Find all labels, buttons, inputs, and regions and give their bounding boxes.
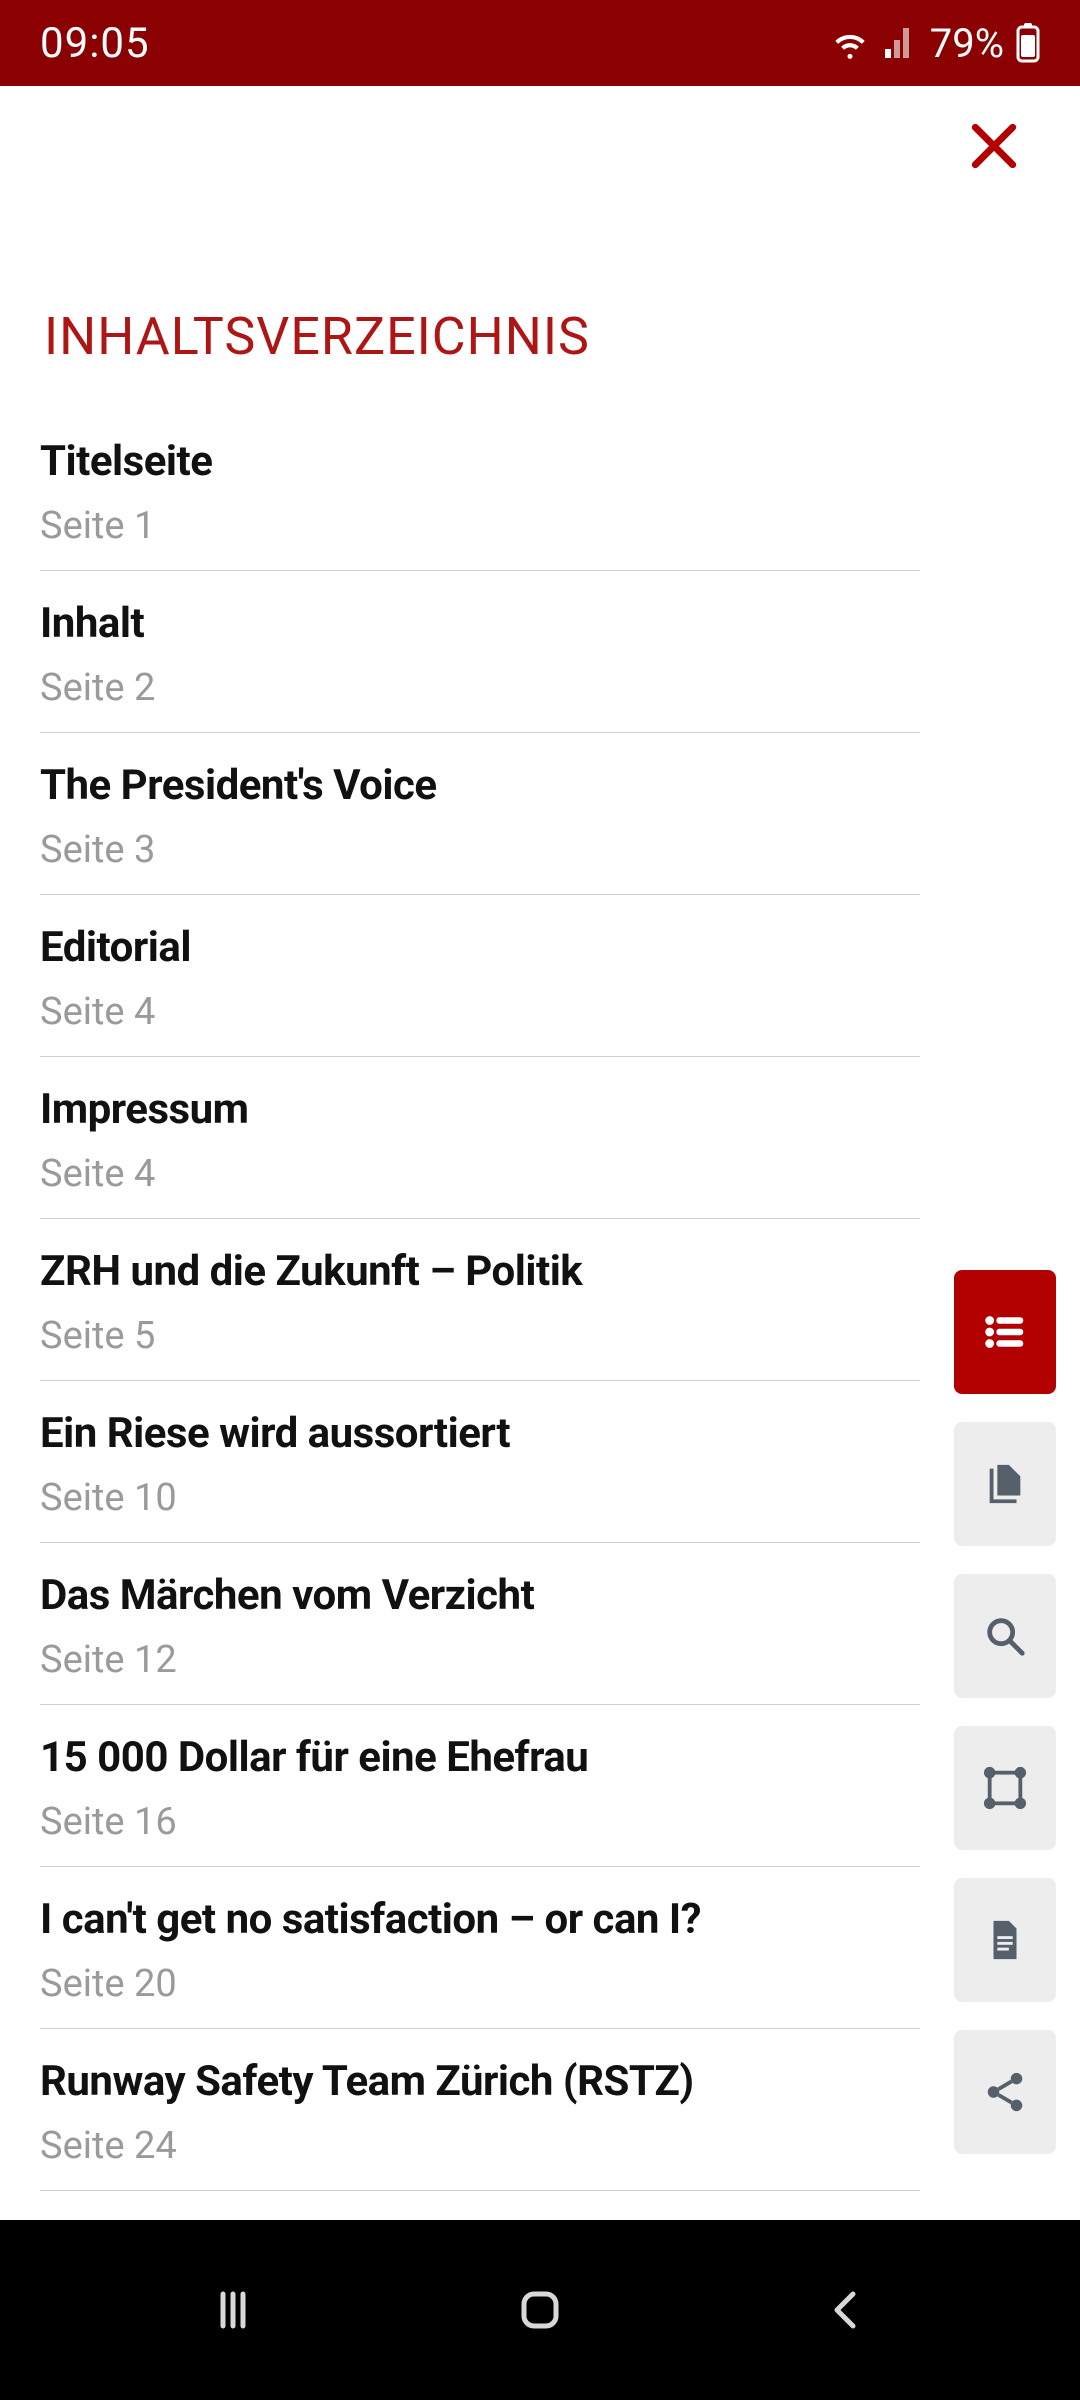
- status-indicators: 79%: [830, 20, 1040, 67]
- back-button[interactable]: [812, 2275, 882, 2345]
- toc-item-page: Seite 5: [40, 1314, 920, 1358]
- battery-icon: [1016, 23, 1040, 63]
- search-icon: [982, 1613, 1028, 1659]
- toc-item-title: The President's Voice: [40, 761, 920, 810]
- list-icon: [982, 1309, 1028, 1355]
- close-button[interactable]: [964, 116, 1024, 176]
- content-area: INHALTSVERZEICHNIS Titelseite Seite 1 Inha…: [0, 206, 1080, 2220]
- toc-item[interactable]: Das Märchen vom Verzicht Seite 12: [40, 1543, 920, 1705]
- share-icon: [982, 2069, 1028, 2115]
- document-icon: [982, 1917, 1028, 1963]
- toc-item-page: Seite 3: [40, 828, 920, 872]
- pages-icon: [982, 1461, 1028, 1507]
- toc-item[interactable]: Titelseite Seite 1: [40, 437, 920, 571]
- back-icon: [823, 2286, 871, 2334]
- toc-item-page: Seite 16: [40, 1800, 920, 1844]
- status-time: 09:05: [40, 19, 150, 68]
- close-icon: [966, 118, 1022, 174]
- toc-list[interactable]: Titelseite Seite 1 Inhalt Seite 2 The Presid…: [40, 437, 920, 2191]
- header: [0, 86, 1080, 206]
- toc-item[interactable]: Ein Riese wird aussortiert Seite 10: [40, 1381, 920, 1543]
- toc-item[interactable]: I can't get no satisfaction – or can I? S…: [40, 1867, 920, 2029]
- crop-button[interactable]: [954, 1726, 1056, 1850]
- toc-item-page: Seite 4: [40, 990, 920, 1034]
- toc-item[interactable]: Inhalt Seite 2: [40, 571, 920, 733]
- toc-button[interactable]: [954, 1270, 1056, 1394]
- toc-item[interactable]: Impressum Seite 4: [40, 1057, 920, 1219]
- toc-item-page: Seite 2: [40, 666, 920, 710]
- pages-button[interactable]: [954, 1422, 1056, 1546]
- toc-item-title: I can't get no satisfaction – or can I?: [40, 1895, 920, 1944]
- toc-item-title: Inhalt: [40, 599, 920, 648]
- toc-item-title: Editorial: [40, 923, 920, 972]
- toc-item-page: Seite 1: [40, 504, 920, 548]
- toc-item[interactable]: Runway Safety Team Zürich (RSTZ) Seite 24: [40, 2029, 920, 2191]
- toc-item-page: Seite 24: [40, 2124, 920, 2168]
- toc-item-title: Das Märchen vom Verzicht: [40, 1571, 920, 1620]
- page-title: INHALTSVERZEICHNIS: [40, 306, 1040, 367]
- toc-item-title: 15 000 Dollar für eine Ehefrau: [40, 1733, 920, 1782]
- home-icon: [516, 2286, 564, 2334]
- recents-button[interactable]: [198, 2275, 268, 2345]
- toc-item[interactable]: The President's Voice Seite 3: [40, 733, 920, 895]
- toc-item-page: Seite 4: [40, 1152, 920, 1196]
- cellular-signal-icon: [882, 25, 918, 61]
- toc-item-title: Titelseite: [40, 437, 920, 486]
- status-bar: 09:05 79%: [0, 0, 1080, 86]
- search-button[interactable]: [954, 1574, 1056, 1698]
- toc-item-page: Seite 10: [40, 1476, 920, 1520]
- article-button[interactable]: [954, 1878, 1056, 2002]
- crop-icon: [982, 1765, 1028, 1811]
- toc-item[interactable]: Editorial Seite 4: [40, 895, 920, 1057]
- toc-item[interactable]: ZRH und die Zukunft – Politik Seite 5: [40, 1219, 920, 1381]
- toc-item-page: Seite 12: [40, 1638, 920, 1682]
- toc-item-title: Runway Safety Team Zürich (RSTZ): [40, 2057, 920, 2106]
- wifi-icon: [830, 23, 870, 63]
- toc-item[interactable]: 15 000 Dollar für eine Ehefrau Seite 16: [40, 1705, 920, 1867]
- battery-percent: 79%: [930, 20, 1004, 67]
- toc-item-title: Impressum: [40, 1085, 920, 1134]
- share-button[interactable]: [954, 2030, 1056, 2154]
- recents-icon: [209, 2286, 257, 2334]
- side-toolbar: [954, 1270, 1056, 2154]
- system-nav-bar: [0, 2220, 1080, 2400]
- toc-item-title: Ein Riese wird aussortiert: [40, 1409, 920, 1458]
- toc-item-title: ZRH und die Zukunft – Politik: [40, 1247, 920, 1296]
- home-button[interactable]: [505, 2275, 575, 2345]
- toc-item-page: Seite 20: [40, 1962, 920, 2006]
